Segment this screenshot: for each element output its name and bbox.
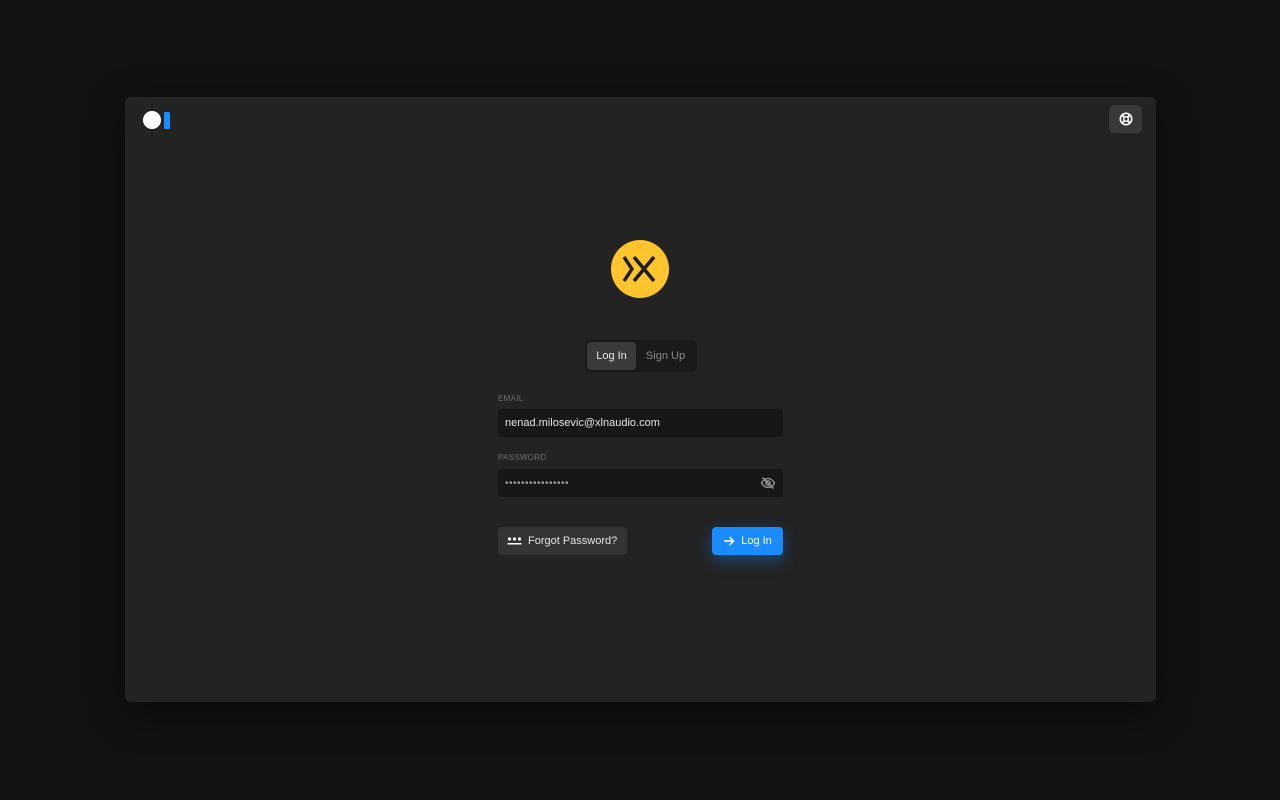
xln-logo-icon — [622, 255, 656, 283]
password-field[interactable] — [505, 469, 755, 497]
login-window: Log In Sign Up EMAIL PASSWORD Forgot Pas… — [125, 97, 1156, 702]
email-field[interactable] — [505, 409, 755, 437]
email-field-container — [498, 409, 783, 437]
arrow-right-icon — [724, 536, 735, 546]
brand-dot — [143, 111, 161, 129]
eye-off-icon[interactable] — [760, 475, 776, 491]
tab-login[interactable]: Log In — [587, 342, 636, 370]
help-button[interactable] — [1109, 105, 1142, 133]
brand-mark-icon — [143, 111, 170, 129]
login-button-label: Log In — [741, 535, 772, 547]
forgot-password-button[interactable]: Forgot Password? — [498, 527, 627, 555]
password-label: PASSWORD — [498, 453, 547, 462]
brand-bar — [164, 111, 170, 129]
lifebuoy-icon — [1119, 112, 1132, 126]
dots-icon — [507, 537, 522, 545]
auth-mode-toggle: Log In Sign Up — [585, 340, 697, 372]
email-label: EMAIL — [498, 394, 524, 403]
password-field-container — [498, 469, 783, 497]
forgot-password-label: Forgot Password? — [528, 535, 618, 547]
login-button[interactable]: Log In — [712, 527, 783, 555]
xln-logo — [611, 240, 669, 298]
tab-signup[interactable]: Sign Up — [636, 342, 695, 370]
